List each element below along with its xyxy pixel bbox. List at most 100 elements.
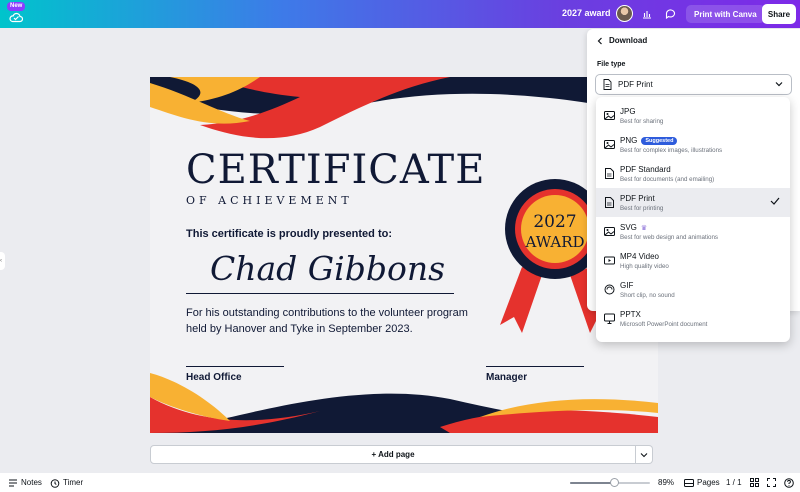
document-icon: [603, 79, 612, 90]
gif-icon: [604, 284, 615, 295]
medal-year: 2027: [533, 212, 576, 232]
suggested-badge: Suggested: [641, 136, 678, 145]
option-description: Best for web design and animations: [620, 234, 719, 241]
option-description: Best for sharing: [620, 118, 664, 125]
download-back-button[interactable]: Download: [597, 36, 647, 45]
name-underline: [186, 293, 454, 294]
option-label: JPG: [620, 107, 636, 116]
chevron-down-icon: [775, 82, 783, 87]
comment-icon: [665, 9, 676, 19]
page-count-value: 1 / 1: [726, 478, 742, 487]
bottom-bar: Notes Timer 89% Pages 1 / 1: [0, 473, 800, 492]
file-type-option-pdf-standard[interactable]: PDF Standard Best for documents (and emai…: [596, 159, 790, 188]
file-type-label: File type: [597, 61, 626, 68]
grid-view-button[interactable]: [750, 473, 759, 492]
crown-icon: ♛: [640, 224, 648, 232]
timer-label: Timer: [63, 478, 84, 487]
print-with-canva-button[interactable]: Print with Canva: [686, 5, 765, 23]
file-type-value: PDF Print: [618, 80, 653, 89]
option-label: PPTX: [620, 310, 641, 319]
recipient-name: Chad Gibbons: [210, 249, 446, 288]
file-type-dropdown: JPG Best for sharing PNG Suggested Best for …: [596, 97, 790, 342]
option-label: SVG: [620, 223, 637, 232]
image-icon: [604, 140, 615, 149]
pages-button[interactable]: Pages: [684, 473, 720, 492]
signature-line-right: [486, 366, 584, 367]
video-icon: [604, 256, 615, 265]
fullscreen-button[interactable]: [767, 473, 776, 492]
option-description: Best for complex images, illustrations: [620, 147, 723, 154]
timer-button[interactable]: Timer: [50, 473, 83, 492]
side-panel-toggle[interactable]: ‹: [0, 252, 5, 270]
option-description: Best for documents (and emailing): [620, 176, 715, 183]
file-type-select[interactable]: PDF Print: [595, 74, 792, 95]
download-title: Download: [609, 36, 648, 45]
option-name: PDF Standard: [620, 165, 671, 174]
notes-button[interactable]: Notes: [8, 473, 42, 492]
signature-label-manager: Manager: [486, 372, 528, 383]
medal-label: AWARD: [524, 233, 584, 251]
grid-icon: [750, 478, 759, 487]
add-page-options-button[interactable]: [636, 445, 653, 464]
chart-icon: [642, 11, 651, 19]
file-type-option-png[interactable]: PNG Suggested Best for complex images, ill…: [596, 130, 790, 159]
add-page-button[interactable]: + Add page: [150, 445, 636, 464]
document-title[interactable]: 2027 award: [562, 8, 611, 18]
certificate-subtitle: OF ACHIEVEMENT: [186, 194, 353, 207]
document-icon: [605, 168, 614, 179]
file-type-option-mp4-video[interactable]: MP4 Video High quality video: [596, 246, 790, 275]
option-name: PNG Suggested: [620, 136, 678, 145]
image-icon: [604, 111, 615, 120]
zoom-value: 89%: [658, 478, 675, 487]
certificate-title: CERTIFICATE: [186, 147, 486, 193]
file-type-option-pptx[interactable]: PPTX Microsoft PowerPoint document: [596, 304, 790, 333]
file-type-option-svg[interactable]: SVG ♛ Best for web design and animations: [596, 217, 790, 246]
page-count: 1 / 1: [726, 473, 742, 492]
comment-button[interactable]: [661, 5, 680, 23]
certificate-body: For his outstanding contributions to the…: [186, 307, 468, 335]
zoom-slider-handle[interactable]: [609, 478, 619, 487]
option-description: High quality video: [620, 263, 669, 270]
zoom-slider-fill: [570, 482, 614, 484]
presented-to-text: This certificate is proudly presented to…: [186, 228, 392, 240]
option-name: PPTX: [620, 310, 641, 319]
zoom-level[interactable]: 89%: [658, 473, 674, 492]
option-name: GIF: [620, 281, 633, 290]
check-icon: [770, 197, 780, 205]
cloud-check-icon: [9, 12, 23, 23]
option-label: MP4 Video: [620, 252, 659, 261]
pages-label: Pages: [697, 478, 720, 487]
option-name: MP4 Video: [620, 252, 659, 261]
option-description: Microsoft PowerPoint document: [620, 321, 708, 328]
file-type-option-gif[interactable]: GIF Short clip, no sound: [596, 275, 790, 304]
document-icon: [605, 197, 614, 208]
home-button[interactable]: New: [6, 2, 28, 26]
share-button[interactable]: Share: [762, 4, 796, 24]
avatar[interactable]: [616, 5, 633, 22]
help-icon: [784, 477, 794, 488]
option-label: PDF Standard: [620, 165, 671, 174]
image-icon: [604, 227, 615, 236]
pages-icon: [684, 478, 694, 487]
expand-icon: [767, 478, 776, 487]
option-label: PDF Print: [620, 194, 655, 203]
file-type-option-jpg[interactable]: JPG Best for sharing: [596, 101, 790, 130]
timer-icon: [50, 478, 60, 488]
option-description: Short clip, no sound: [620, 292, 675, 299]
notes-label: Notes: [21, 478, 42, 487]
signature-label-head-office: Head Office: [186, 372, 242, 383]
option-name: JPG: [620, 107, 636, 116]
presentation-icon: [604, 313, 615, 324]
option-label: PNG: [620, 136, 638, 145]
option-name: SVG ♛: [620, 223, 647, 232]
insights-button[interactable]: [637, 5, 656, 23]
option-description: Best for printing: [620, 205, 664, 212]
chevron-down-icon: [640, 452, 648, 457]
certificate-page[interactable]: 2027 AWARD CERTIFICATE OF ACHIEVEMENT Th…: [150, 77, 658, 433]
zoom-slider[interactable]: [570, 478, 650, 487]
top-bar: New 2027 award Print with Canva Share: [0, 0, 800, 28]
file-type-option-pdf-print[interactable]: PDF Print Best for printing: [596, 188, 790, 217]
notes-icon: [9, 478, 17, 487]
help-button[interactable]: [784, 473, 794, 492]
option-name: PDF Print: [620, 194, 655, 203]
